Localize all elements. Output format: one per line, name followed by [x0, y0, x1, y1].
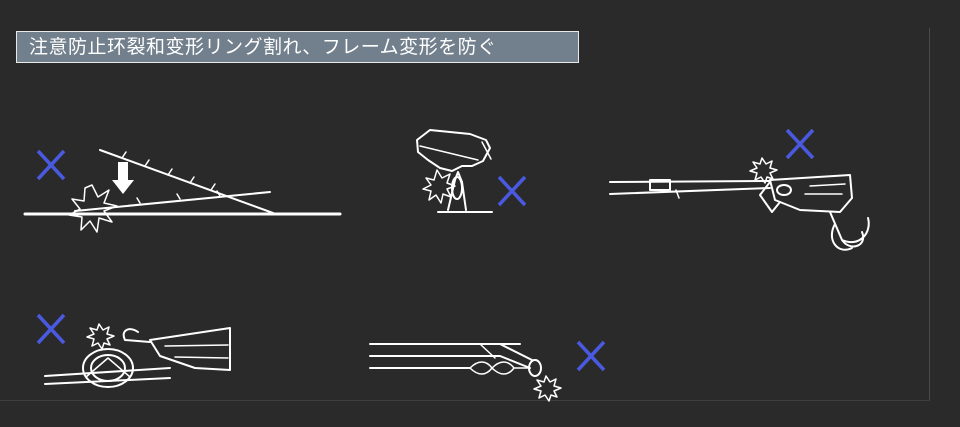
- panel-rod-on-ground: [23, 149, 342, 233]
- x-mark-icon: [36, 149, 66, 181]
- illustrations: [23, 128, 870, 402]
- impact-burst-icon: [86, 323, 115, 350]
- rod-tip: [499, 343, 533, 369]
- lure-eye: [776, 184, 792, 196]
- impact-burst-icon: [749, 157, 778, 184]
- rod-top-line: [609, 180, 771, 183]
- shoe-icon: [416, 129, 491, 172]
- panel-step-on-guide: [416, 129, 493, 213]
- shoe-sole-lines: [419, 141, 492, 161]
- x-mark-icon: [36, 313, 66, 345]
- rod-guides: [121, 151, 221, 204]
- down-arrow-icon: [112, 162, 134, 194]
- x-mark-icon: [497, 175, 527, 207]
- treble-hook-icon: [829, 211, 870, 251]
- panel-lure-hits-tip: [609, 157, 870, 251]
- impact-burst-icon: [533, 375, 562, 402]
- panel-hook-on-guide: [44, 323, 231, 388]
- rod-bottom-line: [609, 187, 771, 195]
- rod-top-line: [44, 367, 171, 377]
- x-mark-icon: [576, 340, 606, 372]
- hook-icon: [122, 328, 151, 343]
- x-mark-icon: [785, 128, 815, 160]
- lure-body: [149, 327, 231, 371]
- panel-swivel-in-guide: [369, 343, 562, 402]
- lure-lip: [759, 181, 781, 213]
